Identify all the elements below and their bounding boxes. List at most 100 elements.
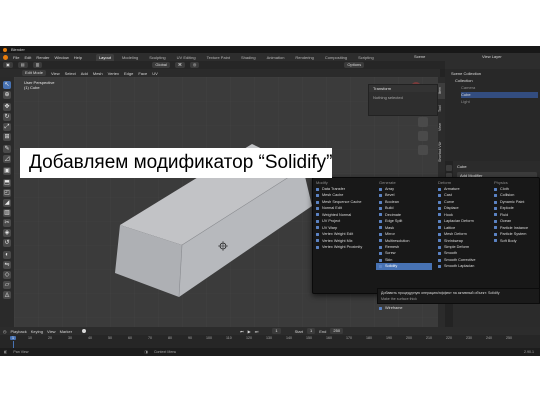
sidebar-tab-item[interactable]: Item	[438, 83, 445, 99]
annotate-tool-icon[interactable]: ✎	[3, 145, 11, 153]
extrude-tool-icon[interactable]: ⬒	[3, 179, 11, 187]
timeline-ruler[interactable]: 1 10 20 30 40 50 60 70 80 90 100 110 120…	[0, 335, 540, 348]
tab-rendering[interactable]: Rendering	[292, 54, 316, 61]
select-mode-subtract[interactable]: ▥	[32, 62, 43, 68]
blender-menu-icon[interactable]	[3, 54, 8, 60]
timeline-menu-marker[interactable]: Marker	[60, 329, 72, 334]
header-menu-face[interactable]: Face	[138, 71, 147, 76]
inset-tool-icon[interactable]: ◰	[3, 189, 11, 197]
camera-view-icon[interactable]	[418, 145, 428, 155]
blender-window: Blender File Edit Render Window Help Lay…	[0, 46, 540, 356]
tab-compositing[interactable]: Compositing	[322, 54, 350, 61]
tab-texture-paint[interactable]: Texture Paint	[204, 54, 233, 61]
view-layer-selector[interactable]: View Layer	[482, 53, 502, 61]
tool-props-icon[interactable]	[446, 165, 452, 171]
menu-column-physics: Physics Cloth Collision Dynamic Paint Ex…	[491, 180, 539, 244]
loop-cut-tool-icon[interactable]: ▥	[3, 209, 11, 217]
tab-scripting[interactable]: Scripting	[355, 54, 377, 61]
frame-label: 220	[446, 336, 452, 340]
transform-tool-icon[interactable]: ⊞	[3, 133, 11, 141]
title-bar: Blender	[0, 46, 540, 53]
options-dropdown[interactable]: Options	[344, 62, 365, 68]
menu-item-smooth-laplacian[interactable]: Smooth Laplacian	[435, 263, 491, 269]
knife-tool-icon[interactable]: ✂	[3, 219, 11, 227]
properties-object-name: Cube	[457, 164, 467, 169]
scale-tool-icon[interactable]: ⤢	[3, 123, 11, 131]
jump-start-icon[interactable]: ⏮	[240, 329, 244, 334]
header-menu-select[interactable]: Select	[65, 71, 76, 76]
smooth-tool-icon[interactable]: ◐	[3, 251, 11, 259]
cursor-tool-icon[interactable]: ⊕	[3, 91, 11, 99]
tab-animation[interactable]: Animation	[264, 54, 288, 61]
snap-icon[interactable]: ⌘	[174, 62, 185, 68]
menu-render[interactable]: Render	[36, 55, 49, 60]
tab-sculpting[interactable]: Sculpting	[146, 54, 168, 61]
menu-column-deform: Deform Armature Cast Curve Displace Hook…	[435, 180, 491, 270]
tab-modeling[interactable]: Modeling	[119, 54, 141, 61]
frame-marker: 1	[10, 336, 16, 340]
select-tool-icon[interactable]: ↖	[3, 81, 11, 89]
record-icon[interactable]	[82, 329, 87, 333]
sidebar-tab-shortcut[interactable]: Shortcut VUr	[438, 137, 445, 167]
menu-item-solidify[interactable]: Solidify	[376, 263, 432, 270]
header-menu-add[interactable]: Add	[81, 71, 88, 76]
bevel-tool-icon[interactable]: ◢	[3, 199, 11, 207]
add-cube-tool-icon[interactable]: ▣	[3, 167, 11, 175]
transform-panel-title[interactable]: Transform	[369, 85, 437, 92]
mode-dropdown[interactable]: Edit Mode	[22, 70, 47, 76]
scene-selector[interactable]: Scene	[414, 53, 425, 61]
shear-tool-icon[interactable]: ▱	[3, 281, 11, 289]
header-menu-uv[interactable]: UV	[152, 71, 158, 76]
timeline-menu-playback[interactable]: Playback	[11, 329, 27, 334]
rotate-tool-icon[interactable]: ↻	[3, 113, 11, 121]
jump-end-icon[interactable]: ⏭	[255, 329, 259, 334]
header-menu-vertex[interactable]: Vertex	[108, 71, 119, 76]
measure-tool-icon[interactable]: ◿	[3, 155, 11, 163]
poly-build-tool-icon[interactable]: ◈	[3, 229, 11, 237]
tab-layout[interactable]: Layout	[95, 53, 114, 61]
sidebar-tab-tool[interactable]: Tool	[438, 101, 445, 117]
start-frame-field[interactable]: 1	[307, 328, 316, 334]
pan-hand-icon[interactable]	[418, 131, 428, 141]
outliner-item-cube[interactable]: Cube	[461, 92, 538, 98]
menu-edit[interactable]: Edit	[24, 55, 31, 60]
timeline-editor-icon[interactable]: ◷	[3, 329, 7, 334]
outliner-item-scene-collection[interactable]: Scene Collection	[451, 71, 538, 77]
menu-item-soft-body[interactable]: Soft Body	[491, 238, 539, 244]
transform-orientation-dropdown[interactable]: Global	[152, 62, 170, 68]
header-menu-mesh[interactable]: Mesh	[93, 71, 103, 76]
shrink-fatten-tool-icon[interactable]: ◇	[3, 271, 11, 279]
menu-file[interactable]: File	[13, 55, 19, 60]
timeline-menu-view[interactable]: View	[47, 329, 56, 334]
outliner-item-light[interactable]: Light	[461, 99, 538, 105]
spin-tool-icon[interactable]: ↺	[3, 239, 11, 247]
menu-item-vertex-weight-proximity[interactable]: Vertex Weight Proximity	[313, 244, 371, 250]
header-menu-view[interactable]: View	[51, 71, 60, 76]
rip-tool-icon[interactable]: ◬	[3, 291, 11, 299]
transform-panel: Transform Nothing selected	[368, 84, 438, 116]
current-frame-field[interactable]: 1	[272, 328, 281, 334]
move-tool-icon[interactable]: ✥	[3, 103, 11, 111]
timeline-menu-keying[interactable]: Keying	[31, 329, 43, 334]
transform-panel-empty: Nothing selected	[373, 95, 403, 100]
menu-item-wireframe[interactable]: Wireframe	[376, 305, 436, 312]
menu-help[interactable]: Help	[74, 55, 82, 60]
proportional-edit-icon[interactable]: ◎	[189, 62, 200, 68]
header-menu-edge[interactable]: Edge	[124, 71, 133, 76]
select-mode-extend[interactable]: ▤	[17, 62, 28, 68]
outliner-item-camera[interactable]: Camera	[461, 85, 538, 91]
edge-slide-tool-icon[interactable]: ⇋	[3, 261, 11, 269]
solidify-tooltip: Добавить процедурную операцию/эффект на …	[377, 288, 540, 304]
playhead[interactable]	[13, 341, 14, 348]
outliner-item-collection[interactable]: Collection	[455, 78, 538, 84]
end-frame-field[interactable]: 250	[330, 328, 344, 334]
zoom-icon[interactable]	[418, 117, 428, 127]
menu-window[interactable]: Window	[54, 55, 68, 60]
sidebar-tab-view[interactable]: View	[438, 119, 445, 135]
viewport-header: Edit Mode View Select Add Mesh Vertex Ed…	[0, 69, 440, 77]
select-mode-box[interactable]: ▣	[3, 62, 13, 68]
tab-uv-editing[interactable]: UV Editing	[174, 54, 199, 61]
tab-shading[interactable]: Shading	[238, 54, 259, 61]
frame-label: 110	[226, 336, 232, 340]
play-icon[interactable]: ▶	[248, 329, 251, 334]
